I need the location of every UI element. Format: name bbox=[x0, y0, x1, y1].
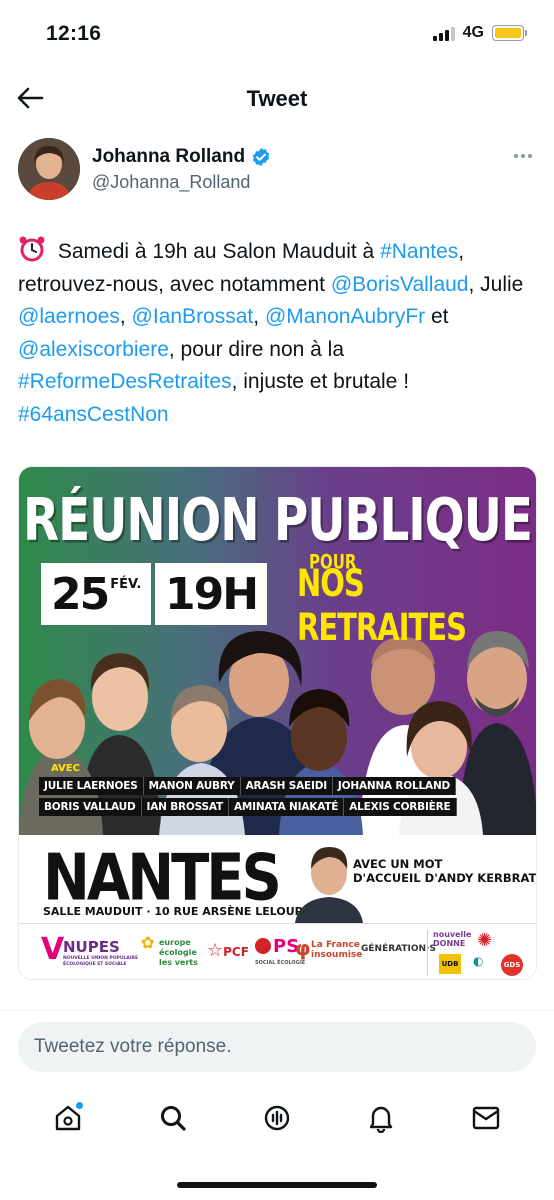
tab-search[interactable] bbox=[149, 1094, 197, 1142]
tab-notifications[interactable] bbox=[357, 1094, 405, 1142]
hashtag-nantes[interactable]: #Nantes bbox=[380, 240, 458, 263]
party-logos: V NUPES NOUVELLE UNION POPULAIRE ÉCOLOGI… bbox=[19, 923, 536, 979]
tab-messages[interactable] bbox=[462, 1094, 510, 1142]
author-name[interactable]: Johanna Rolland bbox=[92, 146, 245, 168]
poster-location: NANTES SALLE MAUDUIT · 10 RUE ARSÈNE LEL… bbox=[19, 835, 536, 923]
tweet-text-segment: , bbox=[253, 305, 265, 328]
party-emblem-icon: ✺ bbox=[477, 930, 493, 951]
poster-month: FÉV. bbox=[110, 577, 142, 592]
avec-label: AVEC bbox=[51, 763, 80, 774]
tweet-text-segment: et bbox=[425, 305, 449, 328]
mention-laernoes[interactable]: @laernoes bbox=[18, 305, 120, 328]
mention-ianbrossat[interactable]: @IanBrossat bbox=[132, 305, 254, 328]
tweet-text-segment: Samedi à 19h au Salon Mauduit à bbox=[52, 240, 381, 263]
tab-bar bbox=[0, 1090, 554, 1146]
tab-home[interactable] bbox=[44, 1094, 92, 1142]
tweet-text-segment: , bbox=[119, 305, 132, 328]
divider bbox=[0, 1010, 554, 1011]
gds-logo: GDS bbox=[501, 954, 523, 976]
tweet-image[interactable]: RÉUNION PUBLIQUE 25 FÉV. 19H POUR NOS RE… bbox=[18, 466, 537, 980]
pcf-logo: ☆PCF bbox=[207, 940, 249, 961]
avatar[interactable] bbox=[18, 138, 80, 200]
tweet-text-segment: , injuste et brutale ! bbox=[231, 370, 410, 393]
nouvelle-donne-logo: nouvelle DONNE bbox=[433, 930, 472, 948]
mention-manonaubryfr[interactable]: @ManonAubryFr bbox=[265, 305, 425, 328]
mention-alexiscorbiere[interactable]: @alexiscorbiere bbox=[18, 338, 169, 361]
page-title: Tweet bbox=[246, 86, 308, 111]
tweet-text: Samedi à 19h au Salon Mauduit à #Nantes,… bbox=[18, 235, 532, 431]
tab-spaces[interactable] bbox=[253, 1094, 301, 1142]
hashtag-64anscestnon[interactable]: #64ansCestNon bbox=[18, 403, 169, 426]
generations-logo: GÉNÉRATION·S bbox=[361, 944, 436, 954]
udb-logo: UDB bbox=[439, 954, 461, 974]
tweet-text-segment: , Julie bbox=[468, 272, 524, 296]
speaker-name: ARASH SAEIDI bbox=[240, 777, 333, 795]
speaker-name: ALEXIS CORBIÈRE bbox=[344, 798, 457, 816]
status-bar: 12:16 4G bbox=[0, 0, 554, 70]
poster-time: 19H bbox=[165, 568, 259, 620]
speakers-row: JULIE LAERNOES MANON AUBRY ARASH SAEIDI … bbox=[39, 777, 457, 795]
verified-badge-icon bbox=[252, 148, 270, 166]
battery-icon bbox=[492, 25, 527, 41]
hashtag-reformedesretraites[interactable]: #ReformeDesRetraites bbox=[18, 370, 232, 393]
more-options-button[interactable] bbox=[510, 148, 536, 164]
status-time: 12:16 bbox=[46, 22, 102, 45]
speaker-name: JOHANNA ROLLAND bbox=[332, 777, 457, 795]
network-label: 4G bbox=[462, 24, 484, 41]
guest-note-line: D'ACCUEIL D'ANDY KERBRAT bbox=[353, 871, 537, 885]
poster-venue: SALLE MAUDUIT · 10 RUE ARSÈNE LELOUP bbox=[43, 905, 303, 918]
speaker-name: AMINATA NIAKATÉ bbox=[228, 798, 345, 816]
tweet-text-segment: , pour dire non à la bbox=[168, 337, 345, 361]
guest-note: AVEC UN MOT D'ACCUEIL D'ANDY KERBRAT bbox=[353, 857, 536, 885]
speaker-name: MANON AUBRY bbox=[143, 777, 241, 795]
speaker-name: BORIS VALLAUD bbox=[39, 798, 142, 816]
search-icon bbox=[160, 1106, 186, 1131]
tweet-author: Johanna Rolland @Johanna_Rolland bbox=[18, 138, 536, 202]
speakers-list: AVEC JULIE LAERNOES MANON AUBRY ARASH SA… bbox=[39, 763, 457, 831]
nav-header: Tweet bbox=[0, 70, 554, 126]
party-emblem-icon: ◐ bbox=[473, 954, 484, 968]
poster-subtitle: NOS RETRAITES bbox=[297, 560, 467, 650]
bell-icon bbox=[370, 1106, 393, 1133]
home-indicator[interactable] bbox=[177, 1182, 377, 1188]
poster-day: 25 bbox=[51, 568, 110, 620]
mention-borisvallaud[interactable]: @BorisVallaud bbox=[331, 273, 469, 296]
status-indicators: 4G bbox=[432, 24, 527, 42]
date-badge: 25 FÉV. bbox=[41, 563, 152, 625]
speaker-name: IAN BROSSAT bbox=[141, 798, 229, 816]
poster-banner: RÉUNION PUBLIQUE 25 FÉV. 19H POUR NOS RE… bbox=[19, 467, 536, 835]
author-name-row: Johanna Rolland bbox=[92, 146, 271, 168]
mail-icon bbox=[472, 1106, 499, 1130]
speaker-name: JULIE LAERNOES bbox=[39, 777, 144, 795]
alarm-clock-icon bbox=[19, 236, 45, 262]
reply-input[interactable] bbox=[18, 1022, 536, 1072]
author-handle[interactable]: @Johanna_Rolland bbox=[92, 172, 250, 193]
guest-note-line: AVEC UN MOT bbox=[353, 857, 443, 871]
spaces-icon bbox=[264, 1105, 290, 1131]
poster-title: RÉUNION PUBLIQUE bbox=[22, 486, 533, 555]
time-badge: 19H bbox=[155, 563, 268, 625]
reply-box[interactable] bbox=[18, 1022, 536, 1072]
signal-icon bbox=[432, 25, 455, 41]
speakers-row: BORIS VALLAUD IAN BROSSAT AMINATA NIAKAT… bbox=[39, 798, 457, 816]
